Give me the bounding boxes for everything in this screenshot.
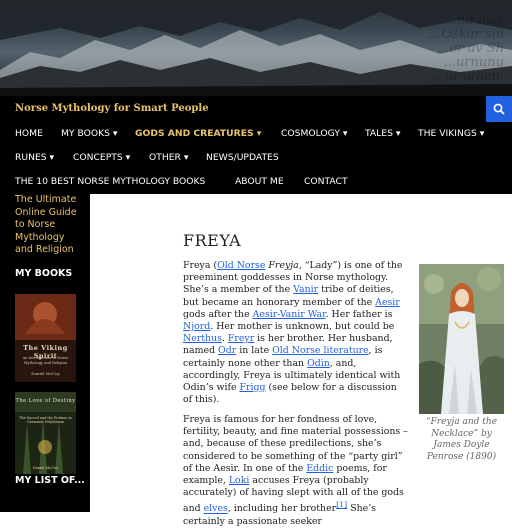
main-content: FREYA Freya (Old Norse Freyja, “Lady”) i… [90,194,512,527]
nav-my-books[interactable]: MY BOOKS ▾ [61,128,117,139]
banner-overlay-text: ...nd mar ...Oskar sin ...ør av Sh ...ur… [429,14,504,84]
page-title: FREYA [183,231,242,250]
figure-caption: “Freyja and the Necklace” by James Doyle… [425,417,498,462]
nav-the-vikings[interactable]: THE VIKINGS ▾ [418,128,484,139]
nav-gods-and-creatures[interactable]: GODS AND CREATURES ▾ [135,128,261,139]
freya-painting-figure[interactable] [419,264,504,418]
nav-tales[interactable]: TALES ▾ [365,128,400,139]
book1-author: Daniel McCoy [31,371,60,376]
nav-about-me[interactable]: ABOUT ME [235,176,284,187]
link-aesir-vanir-war[interactable]: Aesir-Vanir War [253,309,326,320]
my-list-of-heading: MY LIST OF... [15,475,85,486]
nav-other[interactable]: OTHER ▾ [149,152,188,163]
nav-best-books[interactable]: THE 10 BEST NORSE MYTHOLOGY BOOKS [15,176,205,187]
term-freyja: Freyja [268,260,299,271]
nav-cosmology[interactable]: COSMOLOGY ▾ [281,128,347,139]
article-paragraph-2: Freya is famous for her fondness of love… [183,414,408,528]
text-run: . Her father is [325,308,393,320]
site-title-bar: Norse Mythology for Smart People [0,96,512,122]
search-icon [493,103,505,115]
search-button[interactable] [486,96,512,122]
site-tagline: The Ultimate Online Guide to Norse Mytho… [15,194,77,255]
book2-title: The Love of Destiny [15,398,76,404]
nav-news-updates[interactable]: NEWS/UPDATES [206,152,279,163]
link-odr[interactable]: Odr [218,345,236,356]
link-old-norse[interactable]: Old Norse [217,260,265,271]
love-of-destiny-cover-art [15,392,76,474]
text-run: gods after the [183,308,253,320]
freya-painting-image [419,264,504,414]
footnote-1-link[interactable]: [1] [336,500,347,509]
book2-subtitle: The Sacred and the Profane in Germanic P… [19,416,72,425]
link-njord[interactable]: Njord [183,321,210,332]
book1-subtitle: An Introduction to Norse Mythology and R… [22,356,69,365]
nav-concepts[interactable]: CONCEPTS ▾ [73,152,130,163]
article-paragraph-1: Freya (Old Norse Freyja, “Lady”) is one … [183,260,408,406]
link-freyr[interactable]: Freyr [228,333,254,344]
book2-author: Daniel McCoy [32,466,59,470]
book-cover-viking-spirit[interactable]: The Viking Spirit An Introduction to Nor… [15,294,76,382]
link-nerthus[interactable]: Nerthus [183,333,222,344]
nav-contact[interactable]: CONTACT [304,176,348,187]
link-vanir[interactable]: Vanir [293,284,318,295]
link-aesir[interactable]: Aesir [375,297,400,308]
link-old-norse-literature[interactable]: Old Norse literature [272,345,369,356]
text-run: Freya ( [183,260,218,271]
sidebar: The Ultimate Online Guide to Norse Mytho… [0,194,90,512]
text-run: . Her mother is unknown, but could be [210,321,395,333]
nav-runes[interactable]: RUNES ▾ [15,152,54,163]
nav-home[interactable]: HOME [15,128,43,139]
link-eddic[interactable]: Eddic [306,463,333,474]
viking-spirit-cover-art [15,294,76,382]
link-odin[interactable]: Odin [307,358,330,369]
link-frigg[interactable]: Frigg [240,382,266,393]
header-banner-image: ...nd mar ...Oskar sin ...ør av Sh ...ur… [0,0,512,96]
site-title-link[interactable]: Norse Mythology for Smart People [15,103,209,114]
text-run: in late [236,345,273,357]
main-navigation: HOME MY BOOKS ▾ GODS AND CREATURES ▾ COS… [0,122,512,194]
book-cover-love-of-destiny[interactable]: The Love of Destiny The Sacred and the P… [15,392,76,474]
my-books-heading: MY BOOKS [15,268,73,279]
link-loki[interactable]: Loki [229,475,250,486]
link-elves[interactable]: elves [204,504,228,515]
text-run: , including her brother [227,503,337,515]
